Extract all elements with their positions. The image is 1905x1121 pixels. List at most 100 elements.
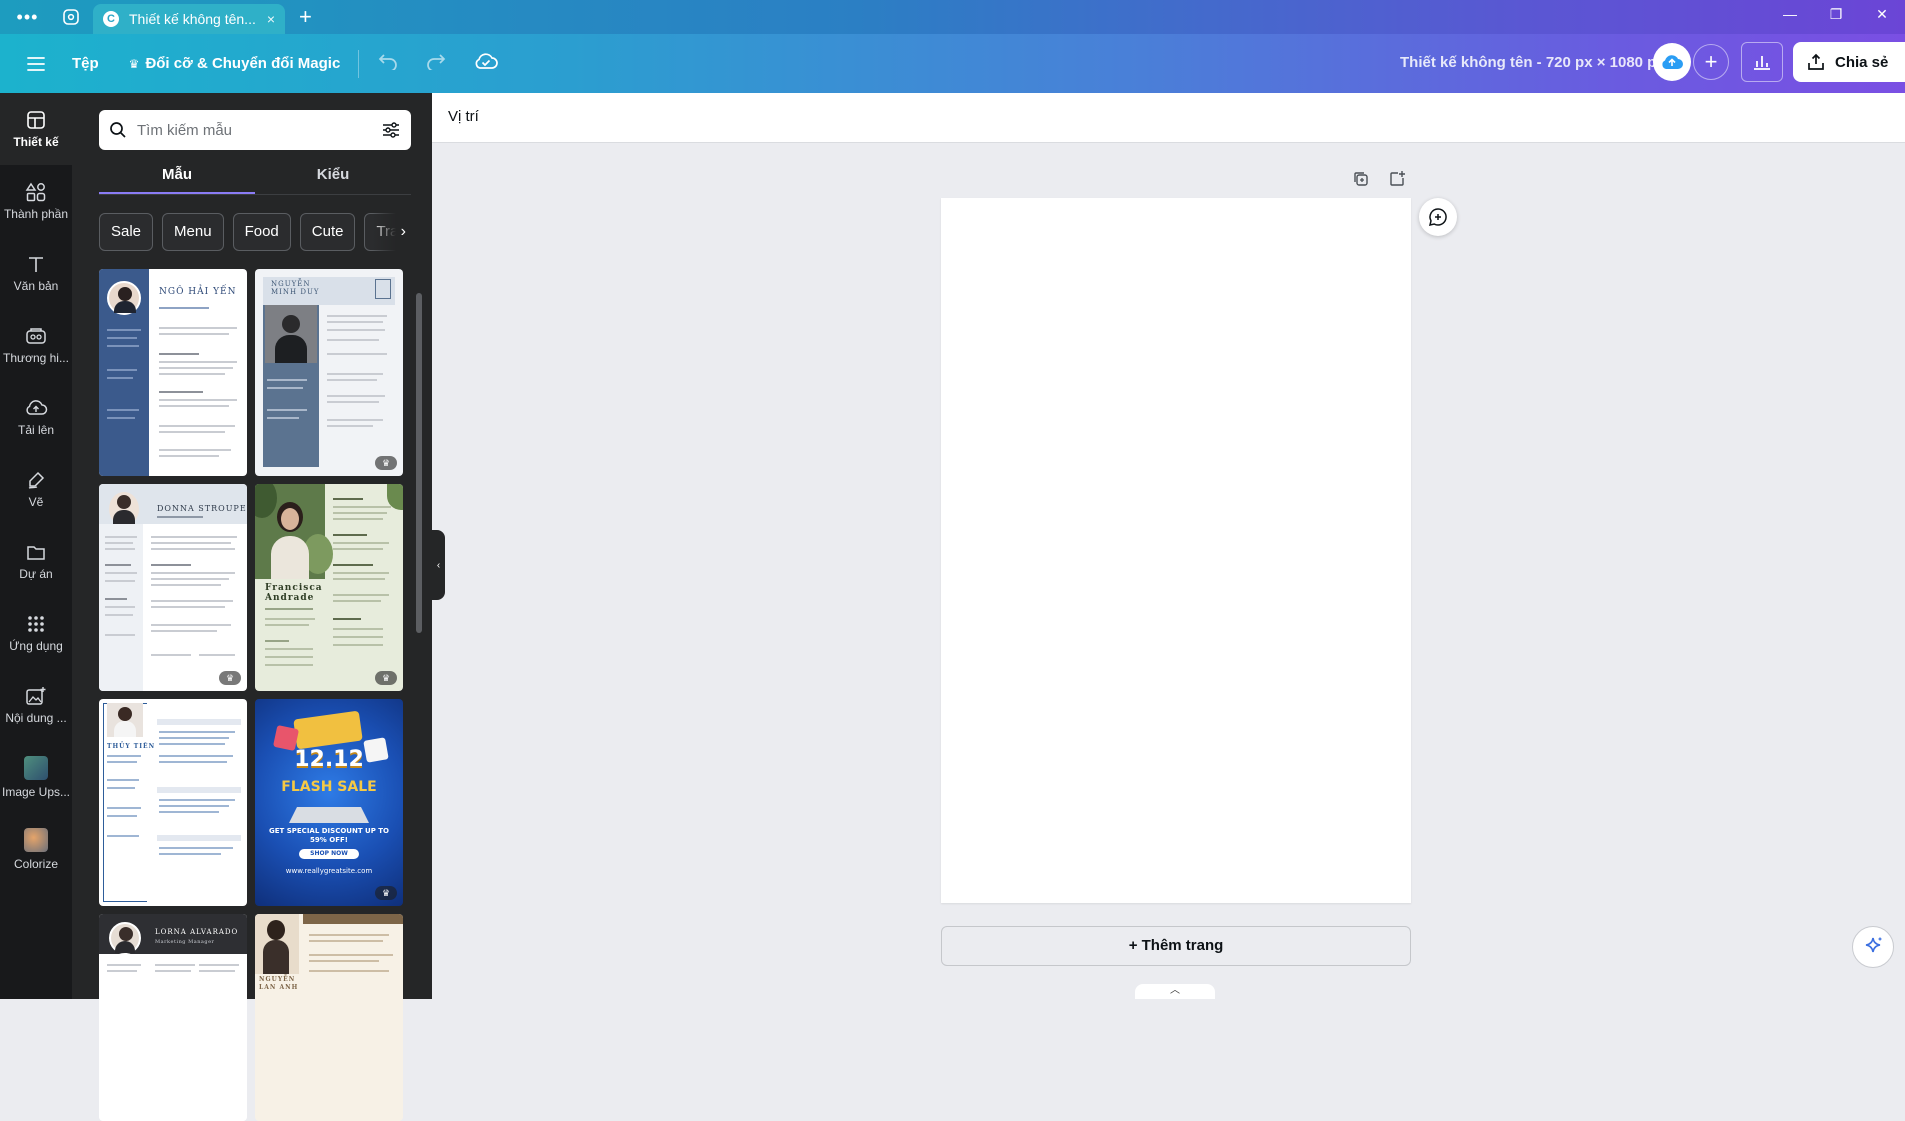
- avatar: [109, 492, 139, 526]
- category-chips: Sale Menu Food Cute Trav: [99, 213, 399, 253]
- comment-plus-icon: [1428, 208, 1447, 227]
- add-comment-button[interactable]: [1419, 198, 1457, 236]
- position-button[interactable]: Vị trí: [448, 108, 479, 125]
- photo: [255, 484, 333, 579]
- template-name: NGUYỄN: [259, 976, 296, 983]
- resize-magic-menu[interactable]: ♛ Đổi cỡ & Chuyển đổi Magic: [129, 55, 341, 72]
- insights-button[interactable]: [1741, 42, 1783, 82]
- template-search[interactable]: Tìm kiếm mẫu: [99, 110, 411, 150]
- template-card[interactable]: NGUYỄN MINH DUY ♛: [255, 269, 403, 476]
- restore-button[interactable]: ❐: [1813, 0, 1859, 30]
- rail-label: Thành phần: [3, 206, 69, 221]
- document-title[interactable]: Thiết kế không tên - 720 px × 1080 px: [1400, 54, 1665, 71]
- add-collaborator-button[interactable]: +: [1693, 44, 1729, 80]
- template-card[interactable]: Francisca Andrade ♛: [255, 484, 403, 691]
- folder-icon: [27, 545, 45, 560]
- rail-label: Văn bản: [13, 278, 59, 293]
- photo: [107, 703, 143, 737]
- hamburger-menu-icon[interactable]: [0, 56, 72, 72]
- rail-item-projects[interactable]: Dự án: [0, 525, 72, 597]
- rail-item-uploads[interactable]: Tải lên: [0, 381, 72, 453]
- new-tab-button[interactable]: +: [299, 4, 312, 30]
- redo-icon[interactable]: [425, 52, 447, 75]
- rail-item-magic-media[interactable]: Nội dung ...: [0, 669, 72, 741]
- sale-subtitle: FLASH SALE: [281, 779, 377, 795]
- crown-icon: ♛: [128, 56, 140, 71]
- cloud-saved-icon[interactable]: [473, 51, 499, 76]
- magic-assistant-button[interactable]: [1852, 926, 1894, 968]
- shapes-icon: [25, 182, 46, 201]
- template-card[interactable]: DONNA STROUPE ♛: [99, 484, 247, 691]
- template-name-2: LAN ANH: [259, 984, 299, 991]
- template-name: NGÔ HẢI YẾN: [159, 287, 237, 297]
- chip-food[interactable]: Food: [232, 213, 291, 251]
- template-card[interactable]: NGÔ HẢI YẾN: [99, 269, 247, 476]
- minimize-button[interactable]: —: [1767, 0, 1813, 30]
- rail-label: Ứng dụng: [9, 638, 63, 653]
- workspaces-icon[interactable]: [55, 5, 87, 29]
- panel-scrollbar[interactable]: [414, 197, 424, 997]
- image-upscaler-icon: [24, 755, 48, 780]
- chevron-right-icon[interactable]: ›: [372, 213, 412, 251]
- header-actions: + Chia sẻ: [1653, 42, 1905, 82]
- close-window-button[interactable]: ✕: [1859, 0, 1905, 30]
- undo-icon[interactable]: [377, 52, 399, 75]
- rail-item-design[interactable]: Thiết kế: [0, 93, 72, 165]
- filter-icon[interactable]: [381, 121, 401, 139]
- browser-tab[interactable]: C Thiết kế không tên... ×: [93, 4, 285, 34]
- rail-item-draw[interactable]: Vẽ: [0, 453, 72, 525]
- template-role: Marketing Manager: [155, 939, 215, 945]
- search-icon: [110, 122, 126, 138]
- upload-cloud-avatar[interactable]: [1653, 43, 1691, 81]
- close-tab-icon[interactable]: ×: [267, 11, 275, 27]
- rail-label: Dự án: [19, 566, 53, 581]
- template-name: NGUYỄN: [271, 280, 311, 288]
- rail-item-brand[interactable]: Thương hi...: [0, 309, 72, 381]
- left-rail: Thiết kế Thành phần Văn bản Thương hi...…: [0, 93, 72, 999]
- colorize-icon: [24, 827, 48, 852]
- rail-item-image-upscaler[interactable]: Image Ups...: [0, 741, 72, 813]
- share-button[interactable]: Chia sẻ: [1793, 42, 1905, 82]
- photo: [255, 914, 299, 974]
- avatar: [107, 281, 141, 315]
- tab-title: Thiết kế không tên...: [129, 11, 256, 27]
- rail-item-text[interactable]: Văn bản: [0, 237, 72, 309]
- browser-tab-bar: ••• C Thiết kế không tên... × + — ❐ ✕: [0, 0, 1905, 34]
- pro-crown-icon: ♛: [219, 671, 241, 685]
- chip-cute[interactable]: Cute: [299, 213, 356, 251]
- browser-menu-icon[interactable]: •••: [0, 7, 55, 28]
- rail-label: Vẽ: [28, 494, 44, 509]
- divider: [358, 49, 360, 78]
- tab-templates[interactable]: Mẫu: [99, 163, 255, 195]
- design-page[interactable]: [941, 198, 1411, 903]
- rail-item-colorize[interactable]: Colorize: [0, 813, 72, 885]
- rail-label: Tải lên: [17, 422, 55, 437]
- draw-icon: [28, 471, 45, 489]
- layout-icon: [27, 110, 45, 129]
- share-label: Chia sẻ: [1835, 53, 1889, 71]
- brand-icon: [26, 327, 46, 344]
- shop-now-badge: SHOP NOW: [299, 849, 359, 859]
- collapse-panel-handle[interactable]: ‹: [432, 530, 445, 600]
- rail-label: Nội dung ...: [5, 710, 67, 725]
- rail-item-elements[interactable]: Thành phần: [0, 165, 72, 237]
- duplicate-page-icon[interactable]: [1352, 170, 1370, 193]
- template-name: DONNA STROUPE: [157, 504, 247, 513]
- rail-item-apps[interactable]: Ứng dụng: [0, 597, 72, 669]
- template-name-2: MINH DUY: [271, 288, 320, 296]
- search-input[interactable]: Tìm kiếm mẫu: [137, 122, 381, 139]
- file-menu[interactable]: Tệp: [72, 55, 99, 72]
- template-card[interactable]: 12.12 FLASH SALE GET SPECIAL DISCOUNT UP…: [255, 699, 403, 906]
- add-page-icon[interactable]: [1388, 170, 1406, 193]
- template-card[interactable]: THỦY TIÊN: [99, 699, 247, 906]
- tab-styles[interactable]: Kiểu: [255, 163, 411, 195]
- chip-menu[interactable]: Menu: [162, 213, 224, 251]
- chevron-up-icon[interactable]: ︿: [1135, 984, 1215, 999]
- scrollbar-thumb[interactable]: [416, 293, 422, 633]
- panel-tabs: Mẫu Kiểu: [99, 163, 411, 197]
- template-card[interactable]: NGUYỄN LAN ANH: [255, 914, 403, 1121]
- template-card[interactable]: LORNA ALVARADO Marketing Manager: [99, 914, 247, 1121]
- add-page-button[interactable]: + Thêm trang: [941, 926, 1411, 966]
- chip-sale[interactable]: Sale: [99, 213, 154, 251]
- sale-url: www.reallygreatsite.com: [285, 867, 373, 875]
